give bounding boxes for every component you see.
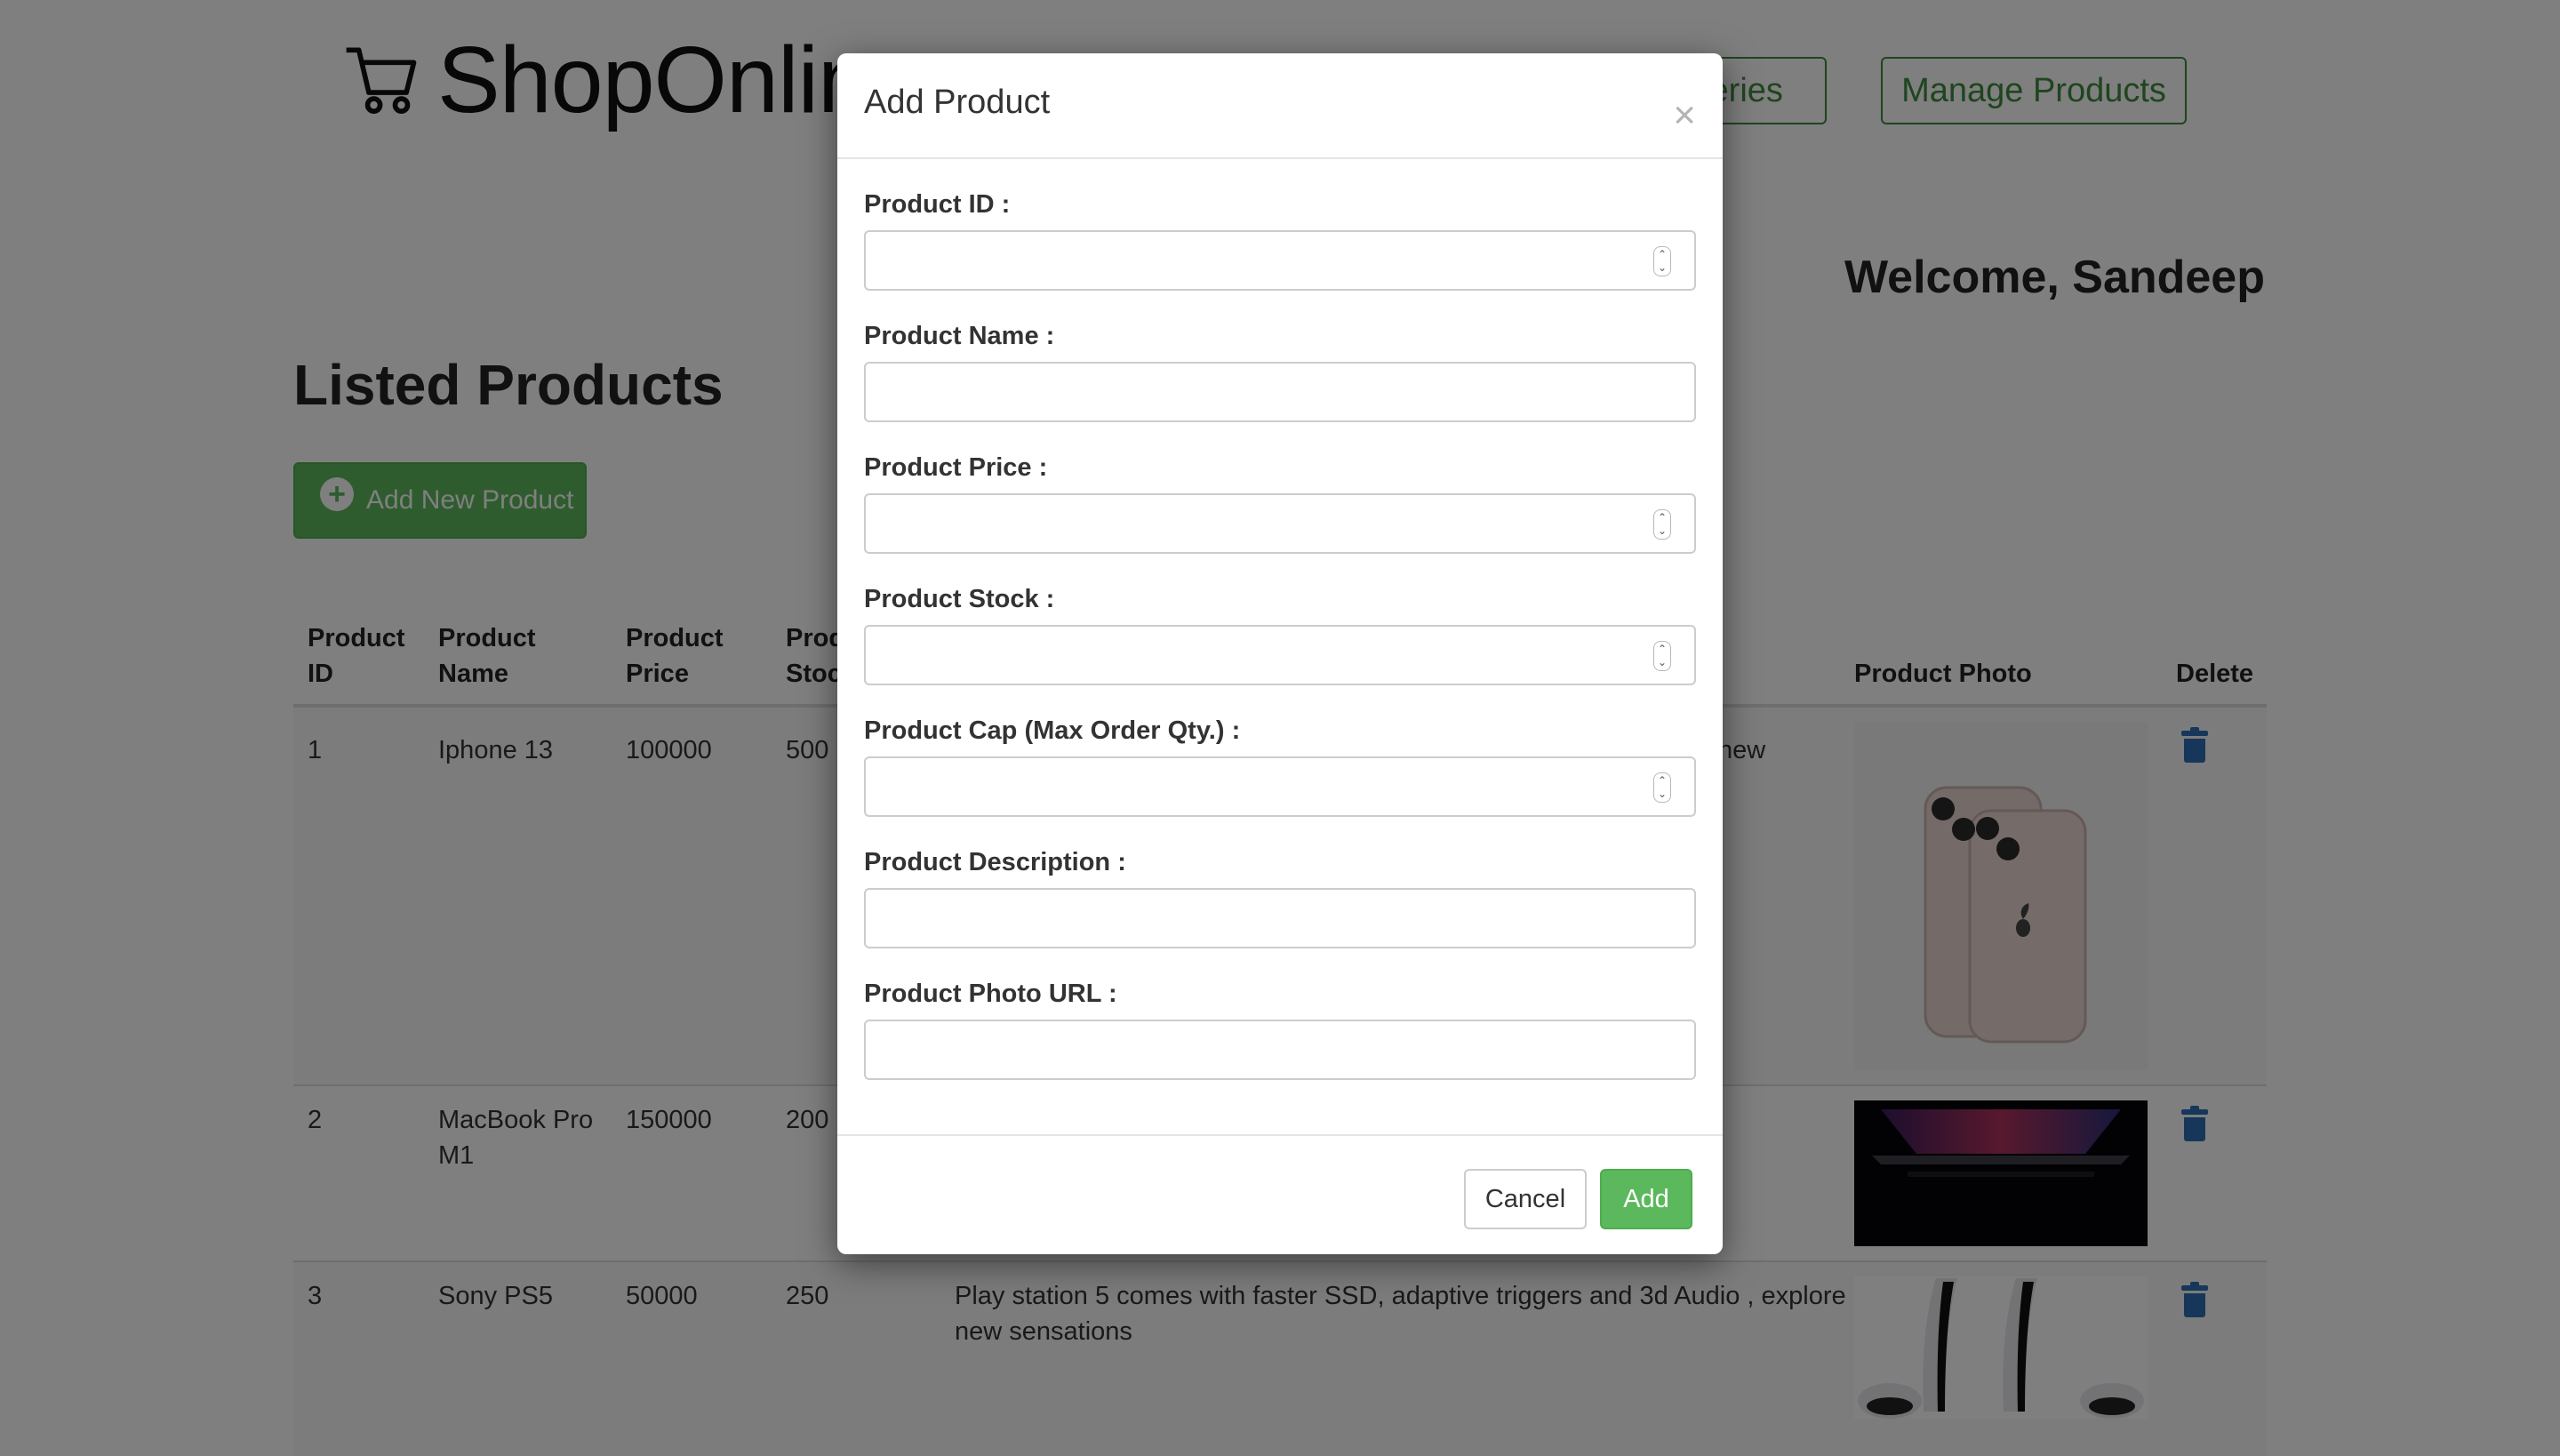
product-id-label: Product ID : xyxy=(864,190,1011,219)
product-name-label: Product Name : xyxy=(864,322,1055,350)
modal-title: Add Product xyxy=(864,84,1051,121)
product-id-input[interactable]: ⌃ ⌄ xyxy=(864,230,1696,291)
product-cap-label: Product Cap (Max Order Qty.) : xyxy=(864,716,1241,745)
add-button[interactable]: Add xyxy=(1600,1169,1692,1229)
number-spinner-icon[interactable]: ⌃ ⌄ xyxy=(1653,772,1671,803)
number-spinner-icon[interactable]: ⌃ ⌄ xyxy=(1653,509,1671,540)
close-icon[interactable]: × xyxy=(1673,96,1696,135)
product-photo-url-label: Product Photo URL : xyxy=(864,980,1117,1008)
product-cap-input[interactable]: ⌃ ⌄ xyxy=(864,756,1696,817)
number-spinner-icon[interactable]: ⌃ ⌄ xyxy=(1653,641,1671,671)
modal-header: Add Product × xyxy=(837,53,1723,159)
product-name-input[interactable] xyxy=(864,362,1696,422)
product-photo-url-input[interactable] xyxy=(864,1020,1696,1080)
product-price-input[interactable]: ⌃ ⌄ xyxy=(864,493,1696,554)
product-description-label: Product Description : xyxy=(864,848,1126,876)
product-stock-label: Product Stock : xyxy=(864,585,1055,613)
product-stock-input[interactable]: ⌃ ⌄ xyxy=(864,625,1696,685)
product-price-label: Product Price : xyxy=(864,453,1048,482)
cancel-button[interactable]: Cancel xyxy=(1464,1169,1587,1229)
modal-footer: Cancel Add xyxy=(837,1134,1723,1254)
product-description-input[interactable] xyxy=(864,888,1696,948)
number-spinner-icon[interactable]: ⌃ ⌄ xyxy=(1653,246,1671,276)
add-product-modal: Add Product × Product ID : ⌃ ⌄ Product Na… xyxy=(837,53,1723,1254)
